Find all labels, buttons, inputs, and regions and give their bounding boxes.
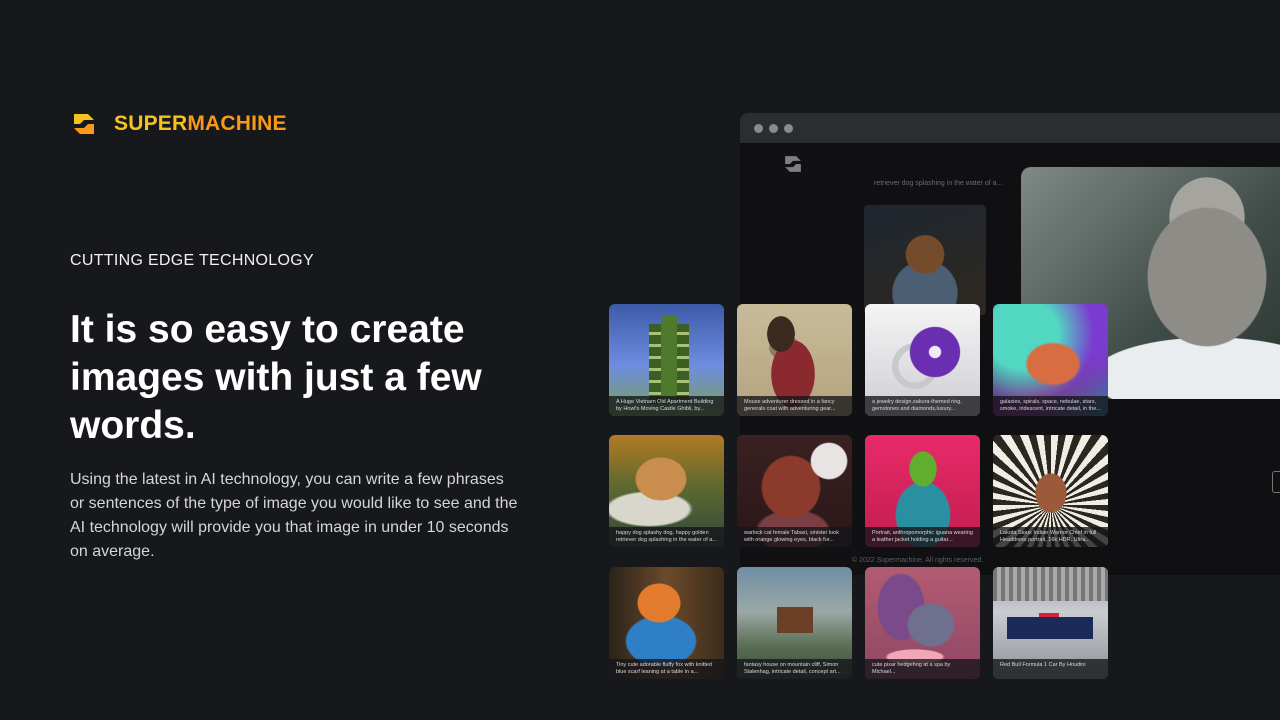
gallery-item[interactable]: warlock cat female Tabaxi, sinister look… [737, 435, 852, 547]
gallery-item[interactable]: A Huge Vietnam Old Apartment Building by… [609, 304, 724, 416]
gallery-item[interactable]: Red Bull Formula 1 Car By Houdini [993, 567, 1108, 679]
supermachine-logo-icon [74, 114, 94, 134]
browser-footer: © 2022 Supermachine. All rights reserved… [852, 557, 984, 564]
brand-name: SUPERMACHINE [114, 112, 287, 136]
gallery-item[interactable]: Portrait, anthropomorphic iguana wearing… [865, 435, 980, 547]
browser-titlebar [740, 113, 1280, 143]
gallery-item[interactable]: fantasy house on mountain cliff, Simon S… [737, 567, 852, 679]
window-dot [769, 123, 778, 133]
gallery-caption: Portrait, anthropomorphic iguana wearing… [865, 527, 980, 547]
gallery-item[interactable]: Tiny cute adorable fluffy fox with knitt… [609, 567, 724, 679]
brand-name-part1: SUPER [114, 112, 188, 135]
gallery-caption: warlock cat female Tabaxi, sinister look… [737, 527, 852, 547]
window-dot [754, 123, 763, 133]
hero-description: Using the latest in AI technology, you c… [70, 471, 518, 560]
gallery-item[interactable]: a jewelry design,sakura-themed ring, gem… [865, 304, 980, 416]
gallery-caption: Mouse adventurer dressed in a fancy gene… [737, 396, 852, 416]
gallery-item[interactable]: galaxies, spirals, space, nebulae, stars… [993, 304, 1108, 416]
app-logo-icon [785, 156, 801, 172]
gallery-caption: fantasy house on mountain cliff, Simon S… [737, 659, 852, 679]
brand-name-part2: MACHINE [187, 112, 287, 135]
browser-top-caption: retriever dog splashing in the water of … [874, 180, 1003, 187]
gallery-caption: Lakota Sioux Indian Warrior Chief in ful… [993, 527, 1108, 547]
hero-eyebrow: CUTTING EDGE TECHNOLOGY [70, 252, 314, 269]
gallery-caption: A Huge Vietnam Old Apartment Building by… [609, 396, 724, 416]
gallery-item[interactable]: cute pixar hedgehog at a spa by Michael.… [865, 567, 980, 679]
gallery-item[interactable]: Lakota Sioux Indian Warrior Chief in ful… [993, 435, 1108, 547]
gallery-caption: Red Bull Formula 1 Car By Houdini [993, 659, 1108, 679]
hero-headline: It is so easy to create images with just… [70, 308, 482, 447]
browser-thumbnail [864, 205, 986, 315]
gallery-item[interactable]: happy dog splashy dog, happy golden retr… [609, 435, 724, 547]
gallery-caption: a jewelry design,sakura-themed ring, gem… [865, 396, 980, 416]
window-dot [784, 123, 793, 133]
gallery-caption: Tiny cute adorable fluffy fox with knitt… [609, 659, 724, 679]
gallery-item[interactable]: Mouse adventurer dressed in a fancy gene… [737, 304, 852, 416]
gallery-caption: galaxies, spirals, space, nebulae, stars… [993, 396, 1108, 416]
gallery-caption: cute pixar hedgehog at a spa by Michael.… [865, 659, 980, 679]
gallery-caption: happy dog splashy dog, happy golden retr… [609, 527, 724, 547]
browser-scroll-handle [1272, 471, 1280, 493]
brand-logo[interactable]: SUPERMACHINE [70, 110, 287, 138]
